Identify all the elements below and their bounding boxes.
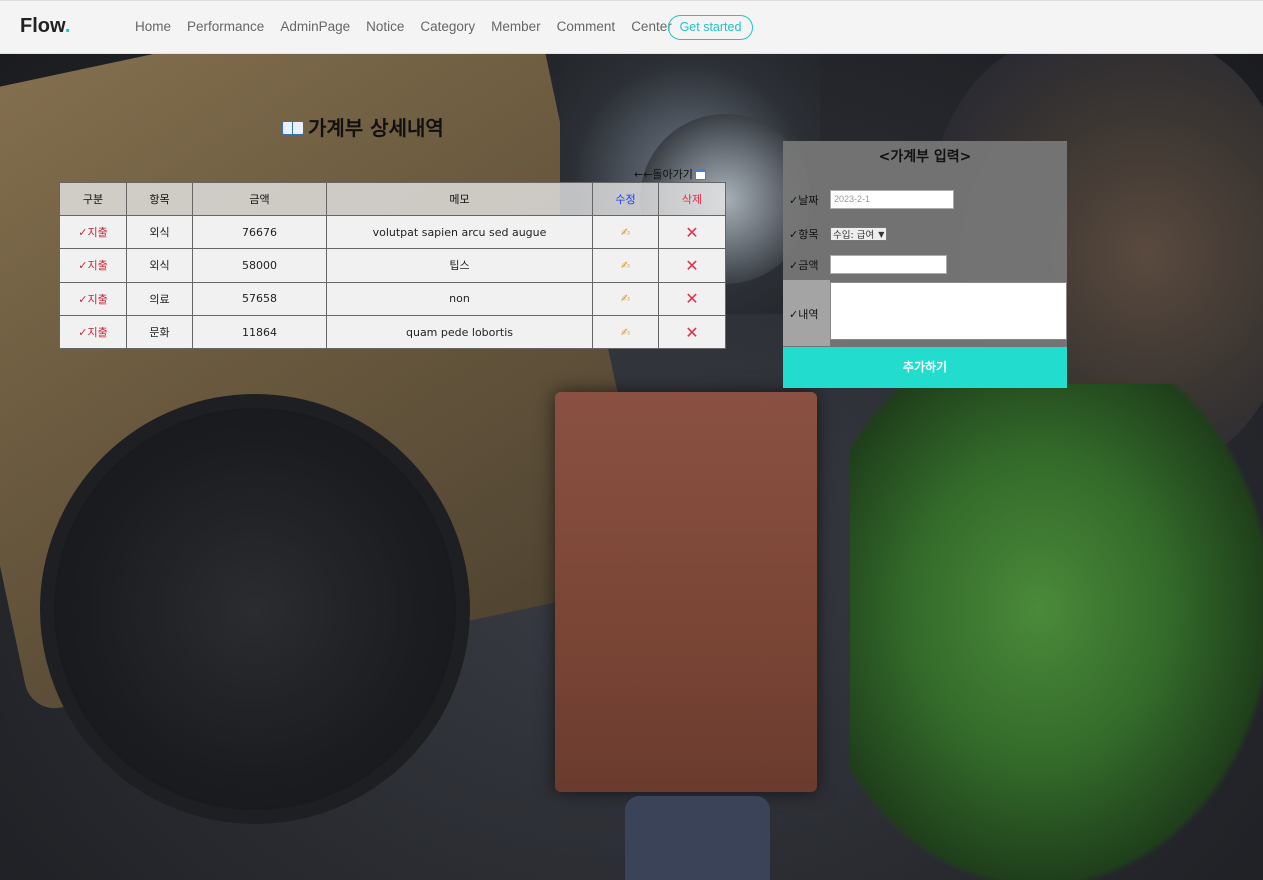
table-header-row: 구분 항목 금액 메모 수정 삭제 bbox=[59, 182, 726, 216]
delete-button[interactable]: ✕ bbox=[658, 214, 726, 250]
edit-button[interactable]: ✍ bbox=[592, 314, 659, 350]
item-select[interactable]: 수입: 급여 ▼ bbox=[830, 227, 888, 241]
writing-hand-icon: ✍ bbox=[620, 325, 631, 339]
check-icon: ✓ bbox=[789, 258, 799, 272]
header-type: 구분 bbox=[59, 182, 127, 216]
check-icon: ✓ bbox=[789, 308, 799, 321]
nav-item-notice[interactable]: Notice bbox=[366, 19, 404, 34]
cross-mark-icon: ✕ bbox=[685, 255, 699, 275]
nav-menu: Home Performance AdminPage Notice Catego… bbox=[135, 19, 688, 34]
writing-hand-icon: ✍ bbox=[620, 225, 631, 239]
cell-type: ✓지출 bbox=[59, 314, 127, 350]
chevron-down-icon: ▼ bbox=[878, 229, 885, 239]
open-book-icon bbox=[282, 119, 304, 135]
top-nav: Flow. Home Performance AdminPage Notice … bbox=[0, 0, 1263, 54]
table-row: ✓지출 외식 76676 volutpat sapien arcu sed au… bbox=[59, 214, 726, 250]
cell-type: ✓지출 bbox=[59, 214, 127, 250]
edit-button[interactable]: ✍ bbox=[592, 281, 659, 316]
header-category: 항목 bbox=[126, 182, 193, 216]
cross-mark-icon: ✕ bbox=[685, 289, 699, 309]
cross-mark-icon: ✕ bbox=[685, 222, 699, 242]
logo-dot: . bbox=[64, 15, 71, 37]
cell-amount: 76676 bbox=[192, 214, 327, 250]
nav-item-home[interactable]: Home bbox=[135, 19, 171, 34]
cell-category: 외식 bbox=[126, 214, 193, 250]
delete-button[interactable]: ✕ bbox=[658, 281, 726, 316]
background-phone bbox=[625, 796, 770, 880]
calendar-icon bbox=[694, 168, 706, 180]
cell-amount: 58000 bbox=[192, 248, 327, 283]
table-row: ✓지출 문화 11864 quam pede lobortis ✍ ✕ bbox=[59, 314, 726, 350]
cell-memo: non bbox=[326, 281, 593, 316]
detail-label: ✓내역 bbox=[789, 306, 818, 322]
cell-memo: volutpat sapien arcu sed augue bbox=[326, 214, 593, 250]
cross-mark-icon: ✕ bbox=[685, 322, 699, 342]
cell-type: ✓지출 bbox=[59, 281, 127, 316]
edit-button[interactable]: ✍ bbox=[592, 248, 659, 283]
item-row: ✓항목 수입: 급여 ▼ bbox=[783, 226, 888, 242]
cell-category: 문화 bbox=[126, 314, 193, 350]
nav-item-adminpage[interactable]: AdminPage bbox=[280, 19, 350, 34]
amount-label: ✓금액 bbox=[783, 257, 830, 273]
page-title: 가계부 상세내역 bbox=[282, 112, 444, 141]
amount-input[interactable] bbox=[830, 255, 947, 274]
background-photo bbox=[0, 54, 1263, 880]
edit-button[interactable]: ✍ bbox=[592, 214, 659, 250]
amount-row: ✓금액 bbox=[783, 255, 947, 274]
cell-category: 의료 bbox=[126, 281, 193, 316]
background-plant bbox=[850, 384, 1263, 880]
cell-amount: 11864 bbox=[192, 314, 327, 350]
header-delete: 삭제 bbox=[658, 182, 726, 216]
nav-item-member[interactable]: Member bbox=[491, 19, 541, 34]
amount-label-text: 금액 bbox=[798, 258, 819, 272]
cell-category: 외식 bbox=[126, 248, 193, 283]
item-label-text: 항목 bbox=[798, 228, 819, 241]
back-link-text: ←←돌아가기 bbox=[634, 168, 693, 181]
header-memo: 메모 bbox=[326, 182, 593, 216]
nav-item-comment[interactable]: Comment bbox=[557, 19, 616, 34]
back-link[interactable]: ←←돌아가기 bbox=[634, 166, 706, 182]
ledger-table: 구분 항목 금액 메모 수정 삭제 ✓지출 외식 76676 volutpat … bbox=[59, 182, 726, 350]
check-icon: ✓ bbox=[789, 193, 799, 207]
add-button[interactable]: 추가하기 bbox=[783, 347, 1067, 388]
item-select-value: 수입: 급여 bbox=[833, 230, 875, 241]
logo[interactable]: Flow. bbox=[20, 15, 70, 38]
nav-item-performance[interactable]: Performance bbox=[187, 19, 264, 34]
get-started-button[interactable]: Get started bbox=[668, 15, 753, 40]
background-lid bbox=[40, 394, 470, 824]
header-amount: 금액 bbox=[192, 182, 327, 216]
nav-item-center[interactable]: Center bbox=[631, 19, 672, 34]
page-title-text: 가계부 상세내역 bbox=[308, 116, 444, 140]
cell-memo: quam pede lobortis bbox=[326, 314, 593, 350]
delete-button[interactable]: ✕ bbox=[658, 314, 726, 350]
nav-item-category[interactable]: Category bbox=[420, 19, 475, 34]
table-row: ✓지출 의료 57658 non ✍ ✕ bbox=[59, 281, 726, 316]
date-label-text: 날짜 bbox=[798, 193, 819, 207]
detail-textarea[interactable] bbox=[830, 282, 1067, 340]
logo-text: Flow bbox=[20, 15, 65, 37]
header-edit: 수정 bbox=[592, 182, 659, 216]
cell-memo: 팁스 bbox=[326, 248, 593, 283]
writing-hand-icon: ✍ bbox=[620, 258, 631, 272]
table-row: ✓지출 외식 58000 팁스 ✍ ✕ bbox=[59, 248, 726, 283]
item-label: ✓항목 bbox=[783, 226, 830, 242]
date-input[interactable]: 2023-2-1 bbox=[830, 190, 954, 209]
check-icon: ✓ bbox=[789, 228, 799, 241]
cell-amount: 57658 bbox=[192, 281, 327, 316]
form-title: <가계부 입력> bbox=[878, 149, 972, 165]
background-notebook bbox=[555, 392, 817, 792]
detail-label-text: 내역 bbox=[798, 308, 819, 321]
writing-hand-icon: ✍ bbox=[620, 292, 631, 306]
date-label: ✓날짜 bbox=[783, 192, 830, 208]
delete-button[interactable]: ✕ bbox=[658, 248, 726, 283]
cell-type: ✓지출 bbox=[59, 248, 127, 283]
date-row: ✓날짜 2023-2-1 bbox=[783, 190, 954, 209]
